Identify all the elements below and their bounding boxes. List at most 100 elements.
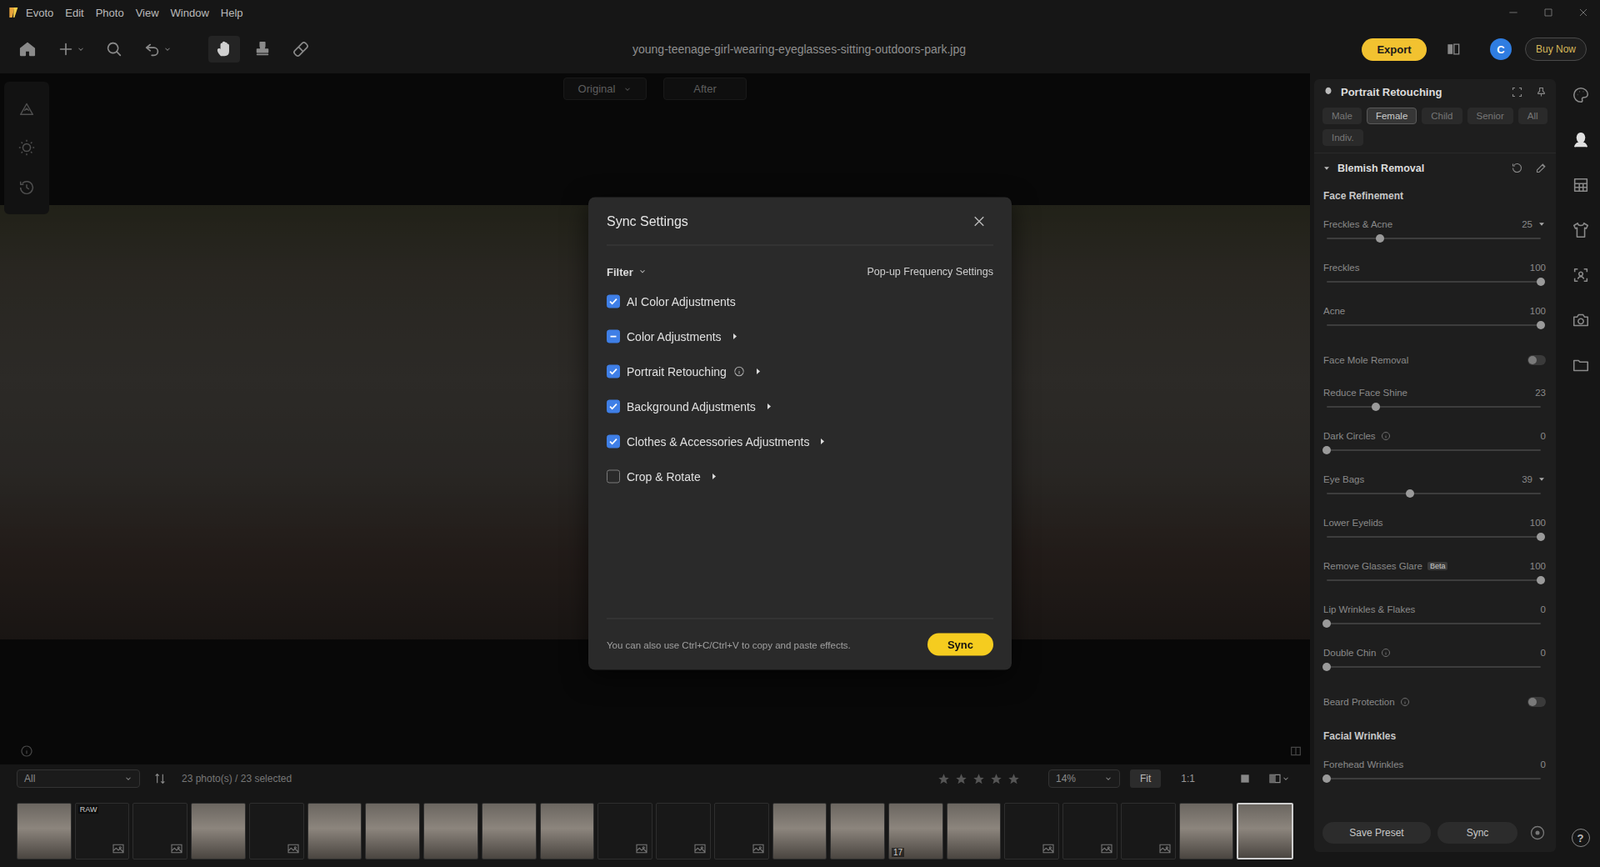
camera-icon[interactable] [1571,310,1590,330]
star-icon[interactable] [937,772,950,785]
sort-icon[interactable] [153,771,167,785]
star-icon[interactable] [990,772,1003,785]
actual-size-button[interactable]: 1:1 [1170,769,1205,788]
checkbox[interactable] [606,400,620,414]
tool-button[interactable] [11,35,44,63]
settings-icon[interactable] [1529,824,1546,841]
slider[interactable] [1326,274,1541,290]
slider[interactable] [1326,659,1541,675]
photo-thumbnail[interactable] [1120,802,1176,860]
tool-button[interactable] [246,35,279,63]
expand-arrow-icon[interactable] [764,401,775,412]
portrait-icon[interactable] [1571,130,1590,150]
photo-thumbnail[interactable] [597,802,653,860]
photo-thumbnail[interactable] [16,802,72,860]
sync-option[interactable]: Clothes & Accessories Adjustments [606,424,994,460]
window-close-icon[interactable] [1576,5,1590,20]
profile-tab[interactable]: All [1518,107,1548,125]
sync-option[interactable]: Background Adjustments [606,389,994,425]
slider-value[interactable]: 0 [1540,430,1546,441]
zoom-dropdown[interactable]: 14% [1048,769,1120,788]
collapse-arrow-icon[interactable] [1537,220,1546,229]
fit-button[interactable]: Fit [1130,769,1161,788]
slider[interactable] [1326,399,1541,415]
chevron-down-icon[interactable] [1281,774,1290,783]
sync-option[interactable]: AI Color Adjustments [606,284,994,320]
star-icon[interactable] [1007,772,1020,785]
body-frame-icon[interactable] [1571,265,1590,285]
menu-item[interactable]: Edit [59,6,90,20]
edit-icon[interactable] [1535,161,1548,175]
photo-thumbnail[interactable]: RAW [75,802,130,860]
slider-value[interactable]: 0 [1540,647,1546,658]
tool-button[interactable] [136,35,179,63]
sync-panel-button[interactable]: Sync [1437,821,1518,844]
slider-value[interactable]: 100 [1530,262,1546,273]
single-view-icon[interactable] [1238,771,1252,785]
photo-thumbnail[interactable] [655,802,711,860]
profile-tab[interactable]: Male [1322,107,1362,125]
profile-tab[interactable]: Child [1421,107,1462,125]
photo-filter-dropdown[interactable]: All [16,769,140,788]
expand-arrow-icon[interactable] [817,436,828,447]
photo-thumbnail[interactable] [307,802,363,860]
photo-thumbnail[interactable] [830,802,885,860]
sync-button[interactable]: Sync [927,633,994,656]
slider[interactable] [1326,529,1541,545]
profile-tab[interactable]: Senior [1467,107,1514,125]
photo-thumbnail[interactable] [249,802,305,860]
slider-value[interactable]: 25 [1521,219,1533,230]
clothes-icon[interactable] [1571,220,1590,240]
photo-thumbnail[interactable] [772,802,828,860]
photo-thumbnail[interactable] [714,802,770,860]
checkbox[interactable] [606,470,620,484]
popup-frequency-link[interactable]: Pop-up Frequency Settings [867,265,994,278]
palette-icon[interactable] [1571,85,1590,105]
photo-thumbnail[interactable] [190,802,246,860]
slider-value[interactable]: 39 [1521,474,1533,485]
checkbox[interactable] [606,435,620,449]
slider[interactable] [1326,317,1541,333]
collapse-arrow-icon[interactable] [1537,475,1546,484]
section-header[interactable]: Blemish Removal [1314,152,1556,181]
buy-now-button[interactable]: Buy Now [1525,37,1587,61]
photo-thumbnail[interactable] [1062,802,1118,860]
slider-value[interactable]: 100 [1530,560,1546,571]
minimize-icon[interactable] [1506,5,1520,20]
slider-knob[interactable] [1536,320,1545,330]
star-rating[interactable] [937,772,1020,785]
slider-knob[interactable] [1322,774,1331,783]
photo-thumbnail[interactable] [1236,802,1294,860]
slider[interactable] [1326,230,1541,246]
info-icon[interactable] [1400,696,1410,707]
folder-icon[interactable] [1571,355,1590,375]
checkbox[interactable] [606,295,620,309]
photo-thumbnail[interactable] [481,802,537,860]
toggle-switch[interactable] [1527,355,1546,365]
slider-knob[interactable] [1371,402,1380,411]
slider-value[interactable]: 0 [1540,759,1546,770]
user-avatar[interactable]: C [1490,38,1512,60]
compare-icon[interactable] [1445,40,1462,58]
slider-knob[interactable] [1536,277,1545,286]
photo-thumbnail[interactable] [1004,802,1060,860]
tool-button[interactable] [50,35,92,63]
maximize-icon[interactable] [1541,5,1555,20]
photo-thumbnail[interactable] [540,802,595,860]
info-icon[interactable] [733,365,745,378]
profile-tab[interactable]: Female [1366,107,1417,125]
slider[interactable] [1326,485,1541,501]
sync-option[interactable]: Portrait Retouching [606,354,994,390]
slider-knob[interactable] [1322,619,1331,628]
slider[interactable] [1326,442,1541,458]
checkbox[interactable] [606,330,620,344]
photo-thumbnail[interactable] [132,802,188,860]
app-menu[interactable]: Evoto [20,6,60,20]
info-icon[interactable] [1380,430,1391,441]
photo-thumbnail[interactable] [946,802,1002,860]
slider[interactable] [1326,572,1541,588]
toggle-switch[interactable] [1527,696,1546,707]
expand-arrow-icon[interactable] [709,471,720,482]
save-preset-button[interactable]: Save Preset [1322,821,1431,844]
slider-value[interactable]: 100 [1530,305,1546,316]
